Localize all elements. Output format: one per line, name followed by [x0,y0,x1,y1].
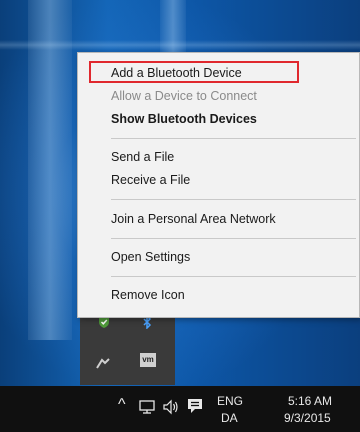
menu-separator [111,238,356,239]
language-code: ENG [217,394,244,408]
volume-icon[interactable] [162,399,180,420]
wallpaper-light-beam [0,40,360,50]
network-share-icon[interactable] [96,357,110,372]
menu-separator [111,199,356,200]
menu-separator [111,138,356,139]
wallpaper-light-beam [28,0,72,340]
network-icon[interactable] [138,400,156,419]
menu-item-allow-device-connect: Allow a Device to Connect [111,89,257,103]
clock-date: 9/3/2015 [284,411,331,425]
menu-item-remove-icon[interactable]: Remove Icon [111,288,185,302]
bluetooth-context-menu: Add a Bluetooth Device Allow a Device to… [77,52,360,318]
show-hidden-icons-chevron-icon[interactable]: ^ [118,396,126,414]
taskbar: ^ ENG DA 5:16 AM 9/3/2015 [0,386,360,432]
menu-item-receive-file[interactable]: Receive a File [111,173,190,187]
menu-item-show-bluetooth-devices[interactable]: Show Bluetooth Devices [111,112,257,126]
menu-separator [111,276,356,277]
action-center-icon[interactable] [186,397,204,420]
menu-item-add-bluetooth-device[interactable]: Add a Bluetooth Device [111,66,242,80]
clock-time: 5:16 AM [288,394,333,408]
menu-item-join-personal-area-network[interactable]: Join a Personal Area Network [111,212,276,226]
vm-icon[interactable]: vm [140,353,156,367]
keyboard-layout-code: DA [221,411,238,425]
menu-item-send-file[interactable]: Send a File [111,150,174,164]
menu-item-open-settings[interactable]: Open Settings [111,250,190,264]
